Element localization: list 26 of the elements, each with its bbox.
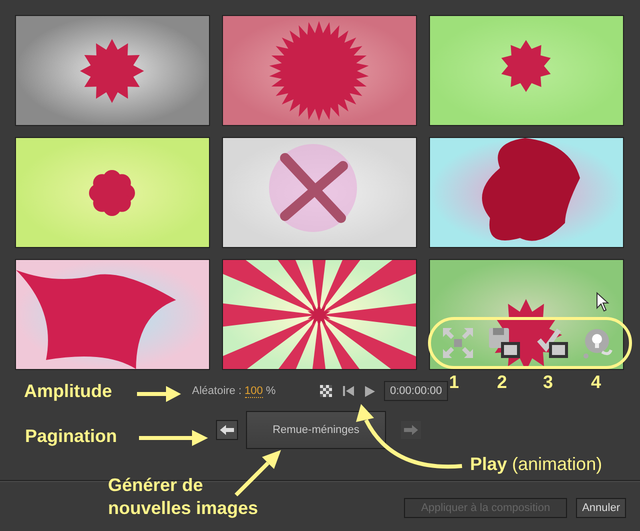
annotation-label: Amplitude <box>24 380 112 402</box>
skip-back-icon[interactable] <box>343 386 354 396</box>
annotation-label: Générer de nouvelles images <box>108 474 260 520</box>
annotation-label: Pagination <box>25 425 118 447</box>
arrow <box>234 450 281 496</box>
right-arrow-icon <box>404 425 418 435</box>
timecode-field[interactable]: 0:00:00:00 <box>384 381 448 401</box>
annotation-number: 3 <box>543 371 554 393</box>
annotation-number: 4 <box>591 371 602 393</box>
left-arrow-icon <box>220 425 234 435</box>
checkmark-film-icon[interactable] <box>537 328 568 358</box>
annotation-number: 1 <box>449 371 460 393</box>
randomness-label: Aléatoire : <box>192 384 242 398</box>
brainstorm-button[interactable]: Remue-méninges <box>246 411 386 449</box>
randomness-value[interactable]: 100 <box>244 384 263 398</box>
checkerboard-icon[interactable] <box>320 385 332 397</box>
cancel-button[interactable]: Annuler <box>576 498 626 518</box>
annotation-number: 2 <box>497 371 508 393</box>
floppy-film-icon[interactable] <box>489 328 520 358</box>
mouse-cursor-icon <box>596 292 610 312</box>
play-icon[interactable] <box>365 386 375 396</box>
percent-sign: % <box>266 384 276 398</box>
arrow <box>139 430 208 446</box>
annotation-label: Play (animation) <box>470 453 602 475</box>
arrow <box>137 386 181 402</box>
previous-page-button[interactable] <box>216 420 238 440</box>
